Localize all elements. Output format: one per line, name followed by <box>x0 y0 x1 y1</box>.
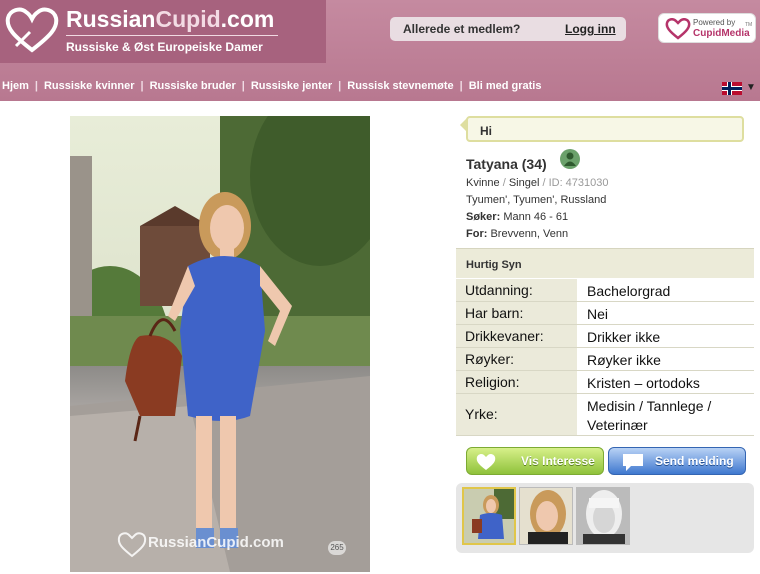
logo[interactable]: RussianCupid.com Russiske & Øst Europeis… <box>0 0 326 63</box>
login-link[interactable]: Logg inn <box>565 22 616 36</box>
table-row: Røyker: Røyker ikke <box>456 348 754 371</box>
send-message-label: Send melding <box>655 454 734 468</box>
for-label: For: <box>466 228 488 240</box>
profile-photo-image <box>70 116 370 572</box>
speech-bubble-icon <box>623 454 643 471</box>
nav-item-russiske-jenter[interactable]: Russiske jenter <box>249 80 334 96</box>
powered-by-badge[interactable]: Powered by CupidMedia TM <box>658 13 756 43</box>
profile-status: Singel <box>508 177 540 189</box>
row-value: Nei <box>577 302 754 324</box>
seeking-value: Mann 46 - 61 <box>503 211 569 223</box>
member-question: Allerede et medlem? <box>403 22 521 36</box>
thumbnail-1[interactable] <box>462 487 516 545</box>
nav-separator: | <box>34 80 38 92</box>
send-message-button[interactable]: Send melding <box>608 447 746 475</box>
logo-title: RussianCupid.com <box>66 6 275 32</box>
table-row: Religion: Kristen – ortodoks <box>456 371 754 394</box>
site-header: RussianCupid.com Russiske & Øst Europeis… <box>0 0 760 101</box>
nav-item-russiske-bruder[interactable]: Russiske bruder <box>148 80 238 96</box>
nav-item-russiske-kvinner[interactable]: Russiske kvinner <box>42 80 137 96</box>
norway-flag-icon[interactable] <box>722 82 742 95</box>
table-row: Har barn: Nei <box>456 302 754 325</box>
for-value: Brevvenn, Venn <box>490 228 569 240</box>
nav-separator: | <box>241 80 245 92</box>
row-value: Kristen – ortodoks <box>577 371 754 393</box>
quick-view-table: Utdanning: Bachelorgrad Har barn: Nei Drik… <box>456 279 754 436</box>
language-dropdown-arrow-icon[interactable]: ▼ <box>746 82 756 93</box>
online-status-icon <box>560 149 580 169</box>
profile-photo[interactable]: RussianCupid.com 265 <box>70 116 370 572</box>
row-value: Røyker ikke <box>577 348 754 370</box>
powered-by-label: Powered by <box>693 18 736 27</box>
row-value: Drikker ikke <box>577 325 754 347</box>
row-label: Religion: <box>456 371 577 393</box>
nav-item-bli-med-gratis[interactable]: Bli med gratis <box>467 80 544 96</box>
seeking-label: Søker: <box>466 211 501 223</box>
logo-subtitle: Russiske & Øst Europeiske Damer <box>66 40 263 54</box>
photo-thumbnails <box>456 483 754 553</box>
cupidmedia-label: CupidMedia <box>693 28 750 39</box>
logo-divider <box>66 35 278 36</box>
table-row: Yrke: Medisin / Tannlege / Veterinær <box>456 394 754 436</box>
row-label: Har barn: <box>456 302 577 324</box>
row-value: Bachelorgrad <box>577 279 754 301</box>
nav-item-hjem[interactable]: Hjem <box>0 80 31 96</box>
show-interest-label: Vis Interesse <box>521 454 595 468</box>
row-label: Drikkevaner: <box>456 325 577 347</box>
profile-gender: Kvinne <box>466 177 500 189</box>
heart-logo-icon <box>5 7 59 53</box>
thumbnail-3[interactable] <box>576 487 630 545</box>
thumbnail-2[interactable] <box>519 487 573 545</box>
profile-name: Tatyana (34) <box>466 156 547 172</box>
nav-item-russisk-stevnemote[interactable]: Russisk stevnemøte <box>345 80 455 96</box>
profile-basic-info: Kvinne / Singel / ID: 4731030 <box>466 177 609 189</box>
nav-separator: | <box>459 80 463 92</box>
nav-separator: | <box>338 80 342 92</box>
heart-icon <box>476 453 496 470</box>
profile-location: Tyumen', Tyumen', Russland <box>466 194 607 206</box>
cupid-heart-icon <box>665 18 691 40</box>
member-login-box: Allerede et medlem? Logg inn <box>390 17 626 41</box>
table-row: Drikkevaner: Drikker ikke <box>456 325 754 348</box>
photo-count-badge: 265 <box>328 541 346 555</box>
nav-separator: | <box>140 80 144 92</box>
row-label: Yrke: <box>456 394 577 435</box>
quick-view-title: Hurtig Syn <box>456 248 754 278</box>
table-row: Utdanning: Bachelorgrad <box>456 279 754 302</box>
show-interest-button[interactable]: Vis Interesse <box>466 447 604 475</box>
photo-watermark: RussianCupid.com <box>148 534 284 551</box>
profile-for: For: Brevvenn, Venn <box>466 228 568 240</box>
profile-id: ID: 4731030 <box>548 177 609 189</box>
main-nav: Hjem | Russiske kvinner | Russiske bruder |… <box>0 80 543 96</box>
row-label: Utdanning: <box>456 279 577 301</box>
row-label: Røyker: <box>456 348 577 370</box>
trademark-label: TM <box>745 22 753 28</box>
row-value: Medisin / Tannlege / Veterinær <box>577 394 754 435</box>
greeting-bubble: Hi <box>466 116 744 142</box>
profile-seeking: Søker: Mann 46 - 61 <box>466 211 568 223</box>
